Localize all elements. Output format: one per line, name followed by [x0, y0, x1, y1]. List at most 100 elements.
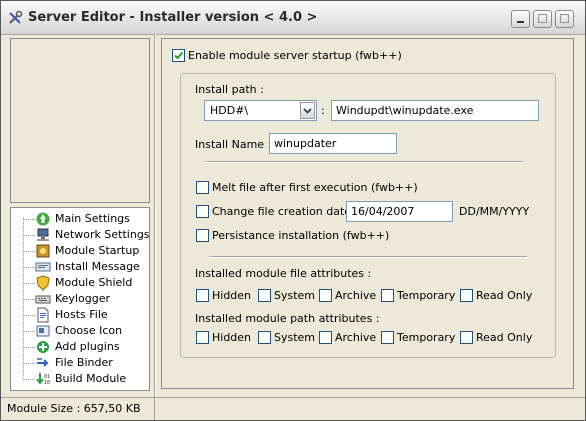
drive-value: HDD#\: [210, 104, 249, 117]
tree-item-keylogger[interactable]: Keylogger: [11, 291, 149, 307]
checkmark-icon: [174, 51, 184, 60]
file-attr-read-only-checkbox[interactable]: [460, 289, 473, 302]
tree-item-main-settings[interactable]: Main Settings: [11, 211, 149, 227]
keyboard-icon: [35, 295, 51, 304]
tree-connector: [23, 347, 35, 348]
svg-text:10: 10: [44, 380, 50, 386]
tree-item-label: File Binder: [55, 356, 113, 369]
tree-item-label: Choose Icon: [55, 324, 123, 337]
tree-connector: [23, 331, 35, 332]
file-attr-temporary-checkbox[interactable]: [381, 289, 394, 302]
tree-item-add-plugins[interactable]: Add plugins: [11, 339, 149, 355]
tree-item-label: Build Module: [55, 372, 127, 385]
file-attr-system-label[interactable]: System: [274, 289, 315, 302]
file-attr-archive-label[interactable]: Archive: [335, 289, 376, 302]
file-attr-hidden-label[interactable]: Hidden: [212, 289, 251, 302]
tools-icon: [7, 10, 23, 26]
window-title: Server Editor - Installer version < 4.0 …: [28, 10, 318, 25]
tree-item-label: Module Shield: [55, 276, 133, 289]
close-icon: [559, 13, 570, 24]
file-attr-temporary-label[interactable]: Temporary: [397, 289, 455, 302]
minimize-button[interactable]: [511, 10, 530, 28]
path-attr-system-label[interactable]: System: [274, 331, 315, 344]
path-attr-temporary-checkbox[interactable]: [381, 331, 394, 344]
close-button[interactable]: [555, 10, 574, 28]
maximize-button[interactable]: [533, 10, 552, 28]
tree-item-build-module[interactable]: 01 10 Build Module: [11, 371, 149, 387]
tree-connector: [23, 235, 35, 236]
tree-item-label: Install Message: [55, 260, 140, 273]
tree-item-label: Module Startup: [55, 244, 140, 257]
install-name-field[interactable]: winupdater: [269, 133, 397, 154]
path-attr-archive-checkbox[interactable]: [319, 331, 332, 344]
path-attr-hidden-checkbox[interactable]: [196, 331, 209, 344]
minimize-icon: [517, 21, 524, 23]
tree-connector: [23, 379, 35, 380]
creation-date-field[interactable]: 16/04/2007: [346, 201, 453, 222]
file-binder-icon: [37, 358, 49, 367]
preview-panel: [10, 38, 150, 203]
divider: [210, 256, 527, 258]
module-startup-icon: [36, 244, 50, 258]
tree-connector: [23, 283, 35, 284]
path-attr-hidden-label[interactable]: Hidden: [212, 331, 251, 344]
chevron-down-icon: [303, 108, 312, 114]
plugin-icon: [37, 341, 49, 353]
tree-connector: [23, 267, 35, 268]
tree-item-file-binder[interactable]: File Binder: [11, 355, 149, 371]
tree-connector: [23, 363, 35, 364]
main-settings-icon: [36, 212, 50, 226]
melt-file-checkbox[interactable]: [196, 181, 209, 194]
tree-connector: [23, 315, 35, 316]
status-divider: [154, 398, 155, 420]
network-icon: [37, 228, 49, 241]
tree-item-network-settings[interactable]: Network Settings: [11, 227, 150, 243]
date-format-label: DD/MM/YYYY: [459, 205, 530, 218]
path-attr-archive-label[interactable]: Archive: [335, 331, 376, 344]
path-separator: :: [321, 104, 325, 117]
hosts-file-icon: [37, 307, 49, 323]
file-attr-system-checkbox[interactable]: [258, 289, 271, 302]
melt-file-label[interactable]: Melt file after first execution (fwb++): [212, 181, 418, 194]
status-bar: Module Size : 657,50 KB: [1, 397, 585, 421]
tree-connector: [23, 251, 35, 252]
file-attributes-title: Installed module file attributes :: [195, 267, 372, 280]
change-date-checkbox[interactable]: [196, 205, 209, 218]
build-icon: 0110: [36, 373, 50, 386]
path-attr-read-only-label[interactable]: Read Only: [476, 331, 532, 344]
title-bar[interactable]: Server Editor - Installer version < 4.0 …: [1, 1, 585, 35]
tree-item-hosts-file[interactable]: Hosts File: [11, 307, 149, 323]
tree-item-label: Network Settings: [55, 228, 150, 241]
path-attr-temporary-label[interactable]: Temporary: [397, 331, 455, 344]
splitter[interactable]: [154, 34, 156, 397]
tree-item-label: Hosts File: [55, 308, 108, 321]
file-attr-archive-checkbox[interactable]: [319, 289, 332, 302]
enable-startup-checkbox[interactable]: [172, 49, 185, 62]
installer-window: Server Editor - Installer version < 4.0 …: [0, 0, 586, 421]
shield-icon: [36, 275, 50, 291]
tree-item-install-message[interactable]: Install Message: [11, 259, 149, 275]
settings-tree[interactable]: Main Settings Network Settings Module Star…: [10, 207, 150, 391]
tree-item-label: Main Settings: [55, 212, 130, 225]
tree-item-module-shield[interactable]: Module Shield: [11, 275, 149, 291]
tree-connector: [23, 219, 35, 220]
path-attr-read-only-checkbox[interactable]: [460, 331, 473, 344]
dropdown-arrow[interactable]: [300, 102, 315, 119]
drive-select[interactable]: HDD#\: [204, 100, 317, 121]
maximize-icon: [537, 13, 548, 24]
path-attr-system-checkbox[interactable]: [258, 331, 271, 344]
file-attr-read-only-label[interactable]: Read Only: [476, 289, 532, 302]
file-attr-hidden-checkbox[interactable]: [196, 289, 209, 302]
persistance-label[interactable]: Persistance installation (fwb++): [212, 229, 389, 242]
persistance-checkbox[interactable]: [196, 229, 209, 242]
module-size-text: Module Size : 657,50 KB: [7, 402, 141, 415]
path-attributes-title: Installed module path attributes :: [195, 312, 380, 325]
tree-item-module-startup[interactable]: Module Startup: [11, 243, 149, 259]
tree-item-label: Keylogger: [55, 292, 110, 305]
change-date-label[interactable]: Change file creation date :: [212, 205, 358, 218]
enable-startup-label[interactable]: Enable module server startup (fwb++): [188, 49, 402, 62]
divider: [206, 161, 523, 163]
tree-item-label: Add plugins: [55, 340, 120, 353]
install-path-field[interactable]: Windupdt\winupdate.exe: [331, 100, 539, 121]
tree-item-choose-icon[interactable]: Choose Icon: [11, 323, 149, 339]
